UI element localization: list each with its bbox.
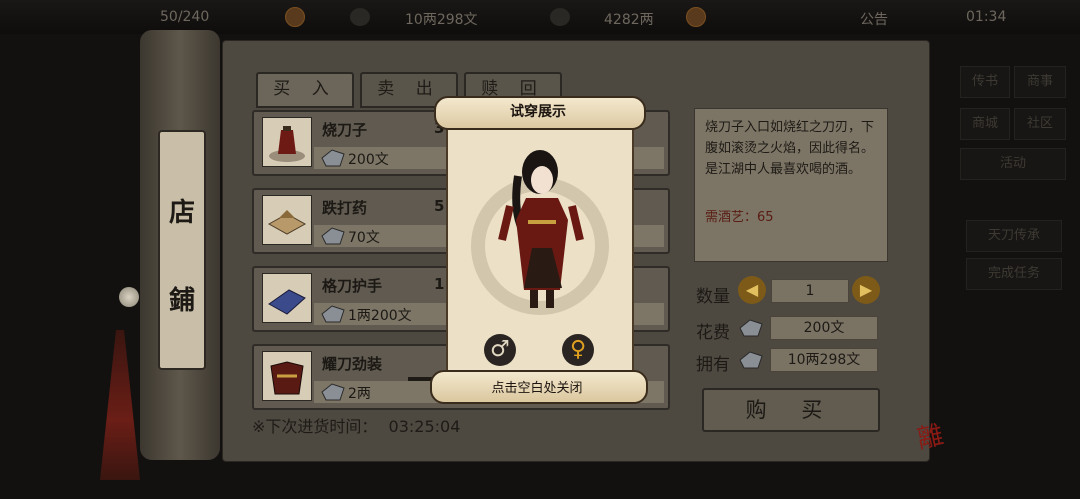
gold-counter: 4282两 [604, 12, 654, 28]
money-icon [321, 383, 345, 401]
restock-timer: ※下次进货时间： 03:25:04 [252, 413, 460, 437]
silver-icon [350, 8, 370, 26]
requirement-text: 需酒艺：65 [705, 210, 774, 225]
item-price: 1两200文 [348, 308, 412, 324]
money-icon [739, 351, 763, 369]
item-qty: 1 [434, 275, 445, 293]
menu-community[interactable]: 社区 [1014, 108, 1066, 140]
stamina-counter: 50/240 [160, 9, 210, 25]
money-icon [739, 319, 763, 337]
money-icon [321, 227, 345, 245]
clock: 01:34 [966, 9, 1007, 25]
add-stamina-icon[interactable] [285, 7, 305, 27]
item-price: 200文 [348, 152, 389, 168]
money-icon [321, 149, 345, 167]
medicine-pack-icon [262, 195, 312, 245]
item-name: 耀刀劲装 [322, 355, 383, 373]
notice-button[interactable]: 公告 [860, 9, 888, 29]
cost-value: 200文 [770, 316, 878, 340]
item-price: 2两 [348, 386, 371, 402]
cost-label: 花费 [696, 323, 730, 343]
top-status-bar: 50/240 10两298文 4282两 公告 01:34 [0, 0, 1080, 34]
money-icon [321, 305, 345, 323]
item-qty: 5 [434, 197, 445, 215]
item-price: 70文 [348, 230, 380, 246]
character-preview [471, 150, 609, 315]
close-hint: 点击空白处关闭 [491, 381, 583, 396]
popup-title: 试穿展示 [510, 104, 566, 120]
tassel-decoration [100, 330, 140, 480]
menu-business[interactable]: 商事 [1014, 66, 1066, 98]
menu-mail[interactable]: 传书 [960, 66, 1010, 98]
tab-buy[interactable]: 买 入 [256, 72, 354, 108]
buy-button[interactable]: 购 买 [702, 388, 880, 432]
increase-arrow-icon[interactable]: ▶ [852, 276, 880, 304]
shop-sign: 店 鋪 [158, 130, 206, 370]
qty-input[interactable]: 1 [771, 279, 849, 303]
armor-icon [262, 351, 312, 401]
menu-legacy[interactable]: 天刀传承 [966, 220, 1062, 252]
wine-jar-icon [262, 117, 312, 167]
gauntlet-icon [262, 273, 312, 323]
item-name: 格刀护手 [322, 277, 383, 295]
add-gold-icon[interactable] [686, 7, 706, 27]
restock-label: ※下次进货时间： [252, 417, 378, 436]
female-symbol-icon[interactable]: ♀ [562, 334, 594, 366]
menu-store[interactable]: 商城 [960, 108, 1010, 140]
money-counter: 10两298文 [405, 12, 478, 28]
qty-label: 数量 [696, 287, 730, 307]
shop-sign-char-2: 鋪 [168, 286, 195, 316]
restock-time: 03:25:04 [388, 417, 461, 436]
menu-quest[interactable]: 完成任务 [966, 258, 1062, 290]
own-value: 10两298文 [770, 348, 878, 372]
gold-icon [550, 8, 570, 26]
menu-activity[interactable]: 活动 [960, 148, 1066, 180]
item-description: 烧刀子入口如烧红之刀刃，下腹如滚烫之火焰，因此得名。是江湖中人最喜欢喝的酒。 [694, 108, 888, 262]
own-label: 拥有 [696, 355, 730, 375]
seal-stamp: 離 [914, 420, 947, 455]
item-name: 跌打药 [322, 199, 368, 217]
try-on-popup[interactable] [446, 122, 634, 377]
item-name: 烧刀子 [322, 121, 368, 139]
description-text: 烧刀子入口如烧红之刀刃，下腹如滚烫之火焰，因此得名。是江湖中人最喜欢喝的酒。 [705, 120, 875, 177]
decrease-arrow-icon[interactable]: ◀ [738, 276, 766, 304]
male-symbol-icon[interactable]: ♂ [484, 334, 516, 366]
bead-decoration [119, 287, 139, 307]
shop-sign-char-1: 店 [168, 198, 195, 228]
